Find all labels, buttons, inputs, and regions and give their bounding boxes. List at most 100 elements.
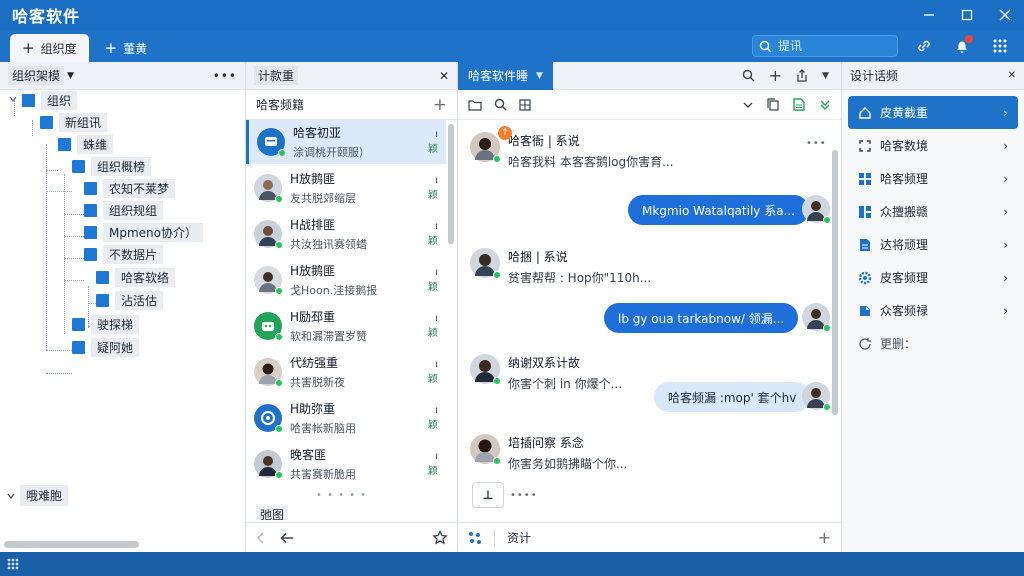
grid-icon[interactable] <box>6 557 20 571</box>
settings-panel-title: 设计话频 <box>850 69 899 83</box>
chevron-right-icon: › <box>1003 138 1008 153</box>
chat-panel: 哈客软件睡 ▼ + ▼ ↑ 哈客衙 | 系说 哈客我料 本客客鹅log你害育..… <box>458 61 842 552</box>
folder-icon[interactable] <box>468 99 482 111</box>
tab-label: 组织度 <box>40 41 77 56</box>
folder-icon <box>84 225 97 239</box>
back-arrow-icon[interactable] <box>280 532 294 544</box>
list-item[interactable]: 代纺强重 共害脱新夜 ı颖 <box>246 350 446 394</box>
settings-item[interactable]: 哈客数境 › <box>848 129 1018 162</box>
chat-tab[interactable]: 哈客软件睡 ▼ <box>458 61 553 90</box>
tree-node[interactable]: 组织规组 <box>84 200 164 220</box>
tree-node[interactable]: 组织概榜 <box>72 156 152 176</box>
tree-node[interactable]: 农知不莱梦 <box>84 178 176 198</box>
double-chevron-icon[interactable] <box>819 99 831 111</box>
message-outgoing: Mkgmio Watalqatily 系a... <box>628 195 810 225</box>
settings-item[interactable]: 皮黄截重 › <box>848 96 1018 129</box>
add-icon[interactable]: + <box>433 95 447 115</box>
avatar <box>254 174 283 203</box>
tree-node[interactable]: 新组讯 <box>40 112 108 132</box>
copy-icon[interactable] <box>767 98 779 111</box>
list-item[interactable]: H助弥重 哈害帐新脑用 ı颖 <box>246 396 446 440</box>
collapse-icon[interactable]: ✕ <box>1008 70 1016 81</box>
minimize-button[interactable] <box>910 0 948 30</box>
tree-node[interactable]: 蛛维 <box>58 134 114 154</box>
settings-footer[interactable]: 更删： <box>848 327 1018 360</box>
tree-node[interactable]: 驶探梯 <box>72 314 140 334</box>
star-icon[interactable] <box>432 529 448 546</box>
search-icon[interactable] <box>494 98 507 111</box>
settings-panel: 设计话频 ✕ 皮黄截重 › 哈客数境 › 哈客频理 › 众擅搬赣 › 达将顽理 … <box>842 62 1024 552</box>
avatar <box>802 303 831 332</box>
title-bar: 哈客软件 <box>0 0 1024 30</box>
tab-organization[interactable]: + 组织度 <box>10 34 89 62</box>
list-item[interactable]: H放鹅匪 戈Hoon.洼接鹅报 ı颖 <box>246 258 446 302</box>
tree-node[interactable]: 不数据片 <box>84 244 164 264</box>
tab-secondary[interactable]: + 董黄 <box>93 34 160 62</box>
tree-panel-title: 组织架模 <box>8 66 65 85</box>
settings-item[interactable]: 哈客频理 › <box>848 162 1018 195</box>
list-scrollbar[interactable] <box>448 124 454 244</box>
chat-toolbar <box>458 90 841 120</box>
link-button[interactable] <box>912 34 936 58</box>
more-icon[interactable]: ••• <box>213 69 237 83</box>
tree-node[interactable]: 沾活估 <box>96 290 164 310</box>
folder-icon <box>40 115 53 129</box>
list-item[interactable]: 晚客匪 共害赛新脆用 ı颖 <box>246 442 446 486</box>
settings-item[interactable]: 众客频禄 › <box>848 294 1018 327</box>
attach-button[interactable]: ⊥ <box>472 482 504 508</box>
avatar <box>254 450 283 479</box>
contact-list: 哈客初亚 涂调桃开颐服） ı颖 H放鹅匪 友共脱郊缩层 ı颖 H战排匪 共汝独讯赛领蜡… <box>246 120 457 520</box>
close-button[interactable] <box>986 0 1024 30</box>
list-item[interactable]: H战排匪 共汝独讯赛领蜡 ı颖 <box>246 212 446 256</box>
search-icon <box>759 40 772 52</box>
dropdown-icon[interactable]: ▼ <box>67 71 74 81</box>
compose-label[interactable]: 资计 <box>507 529 531 546</box>
list-loading-dots: • • • • • <box>316 490 368 501</box>
list-item-partial[interactable]: 弛图 <box>256 506 289 520</box>
chevron-right-icon: › <box>1003 171 1008 186</box>
tree-node[interactable]: Mpmeno协介） <box>84 222 203 242</box>
apps-icon[interactable] <box>468 531 482 545</box>
settings-panel-header: 设计话频 ✕ <box>842 62 1024 90</box>
chat-scrollbar[interactable] <box>832 150 838 415</box>
settings-item[interactable]: 达将顽理 › <box>848 228 1018 261</box>
search-input[interactable] <box>778 39 878 53</box>
avatar <box>802 195 831 224</box>
apps-button[interactable] <box>988 34 1012 58</box>
list-item[interactable]: 哈客初亚 涂调桃开颐服） ı颖 <box>246 120 446 164</box>
search-box[interactable] <box>752 35 898 57</box>
message-incoming: ↑ 哈客衙 | 系说 哈客我料 本客客鹅log你害育... <box>470 126 674 170</box>
chevron-down-icon[interactable] <box>743 100 753 110</box>
tree-node[interactable]: 哈客软络 <box>96 267 176 287</box>
list-item[interactable]: H放鹅匪 友共脱郊缩层 ı颖 <box>246 166 446 210</box>
settings-item[interactable]: 皮客频理 › <box>848 261 1018 294</box>
folder-icon <box>72 317 85 331</box>
maximize-button[interactable] <box>948 0 986 30</box>
share-icon[interactable] <box>796 69 808 82</box>
search-icon[interactable] <box>742 69 755 82</box>
tree-panel-header: 组织架模 ▼ ••• <box>0 62 245 90</box>
list-subheader: 哈客频籍 + <box>246 90 457 120</box>
plus-icon: + <box>104 38 118 57</box>
settings-item[interactable]: 众擅搬赣 › <box>848 195 1018 228</box>
typing-indicator: ⊥ •••• <box>472 482 538 508</box>
document-icon[interactable] <box>793 98 805 111</box>
list-item[interactable]: H励邳重 软和漏滞置岁赞 ı颖 <box>246 304 446 348</box>
dropdown-icon[interactable]: ▼ <box>822 71 829 81</box>
list-panel: 计款重 ✕ 哈客频籍 + 哈客初亚 涂调桃开颐服） ı颖 H放鹅匪 友共脱郊缩层 ı… <box>246 62 458 552</box>
close-icon[interactable]: ✕ <box>439 69 449 83</box>
image-icon[interactable] <box>519 98 531 111</box>
message-more-icon[interactable]: ••• <box>806 138 827 149</box>
chevron-left-icon[interactable] <box>256 531 266 544</box>
tree-node[interactable]: 疑阿她 <box>72 337 140 357</box>
add-icon[interactable]: + <box>818 528 831 547</box>
notification-button[interactable] <box>950 34 974 58</box>
collapsed-section[interactable]: 哦难胞 <box>6 485 69 506</box>
tree-node[interactable]: 组织 <box>22 90 78 110</box>
avatar <box>254 220 283 249</box>
horizontal-scrollbar[interactable] <box>4 541 139 548</box>
message-outgoing: 哈客频漏 :mop' 套个hv <box>654 382 811 412</box>
add-icon[interactable]: + <box>769 66 782 85</box>
refresh-icon <box>858 337 872 351</box>
tree-root-toggle-icon[interactable] <box>8 94 18 104</box>
